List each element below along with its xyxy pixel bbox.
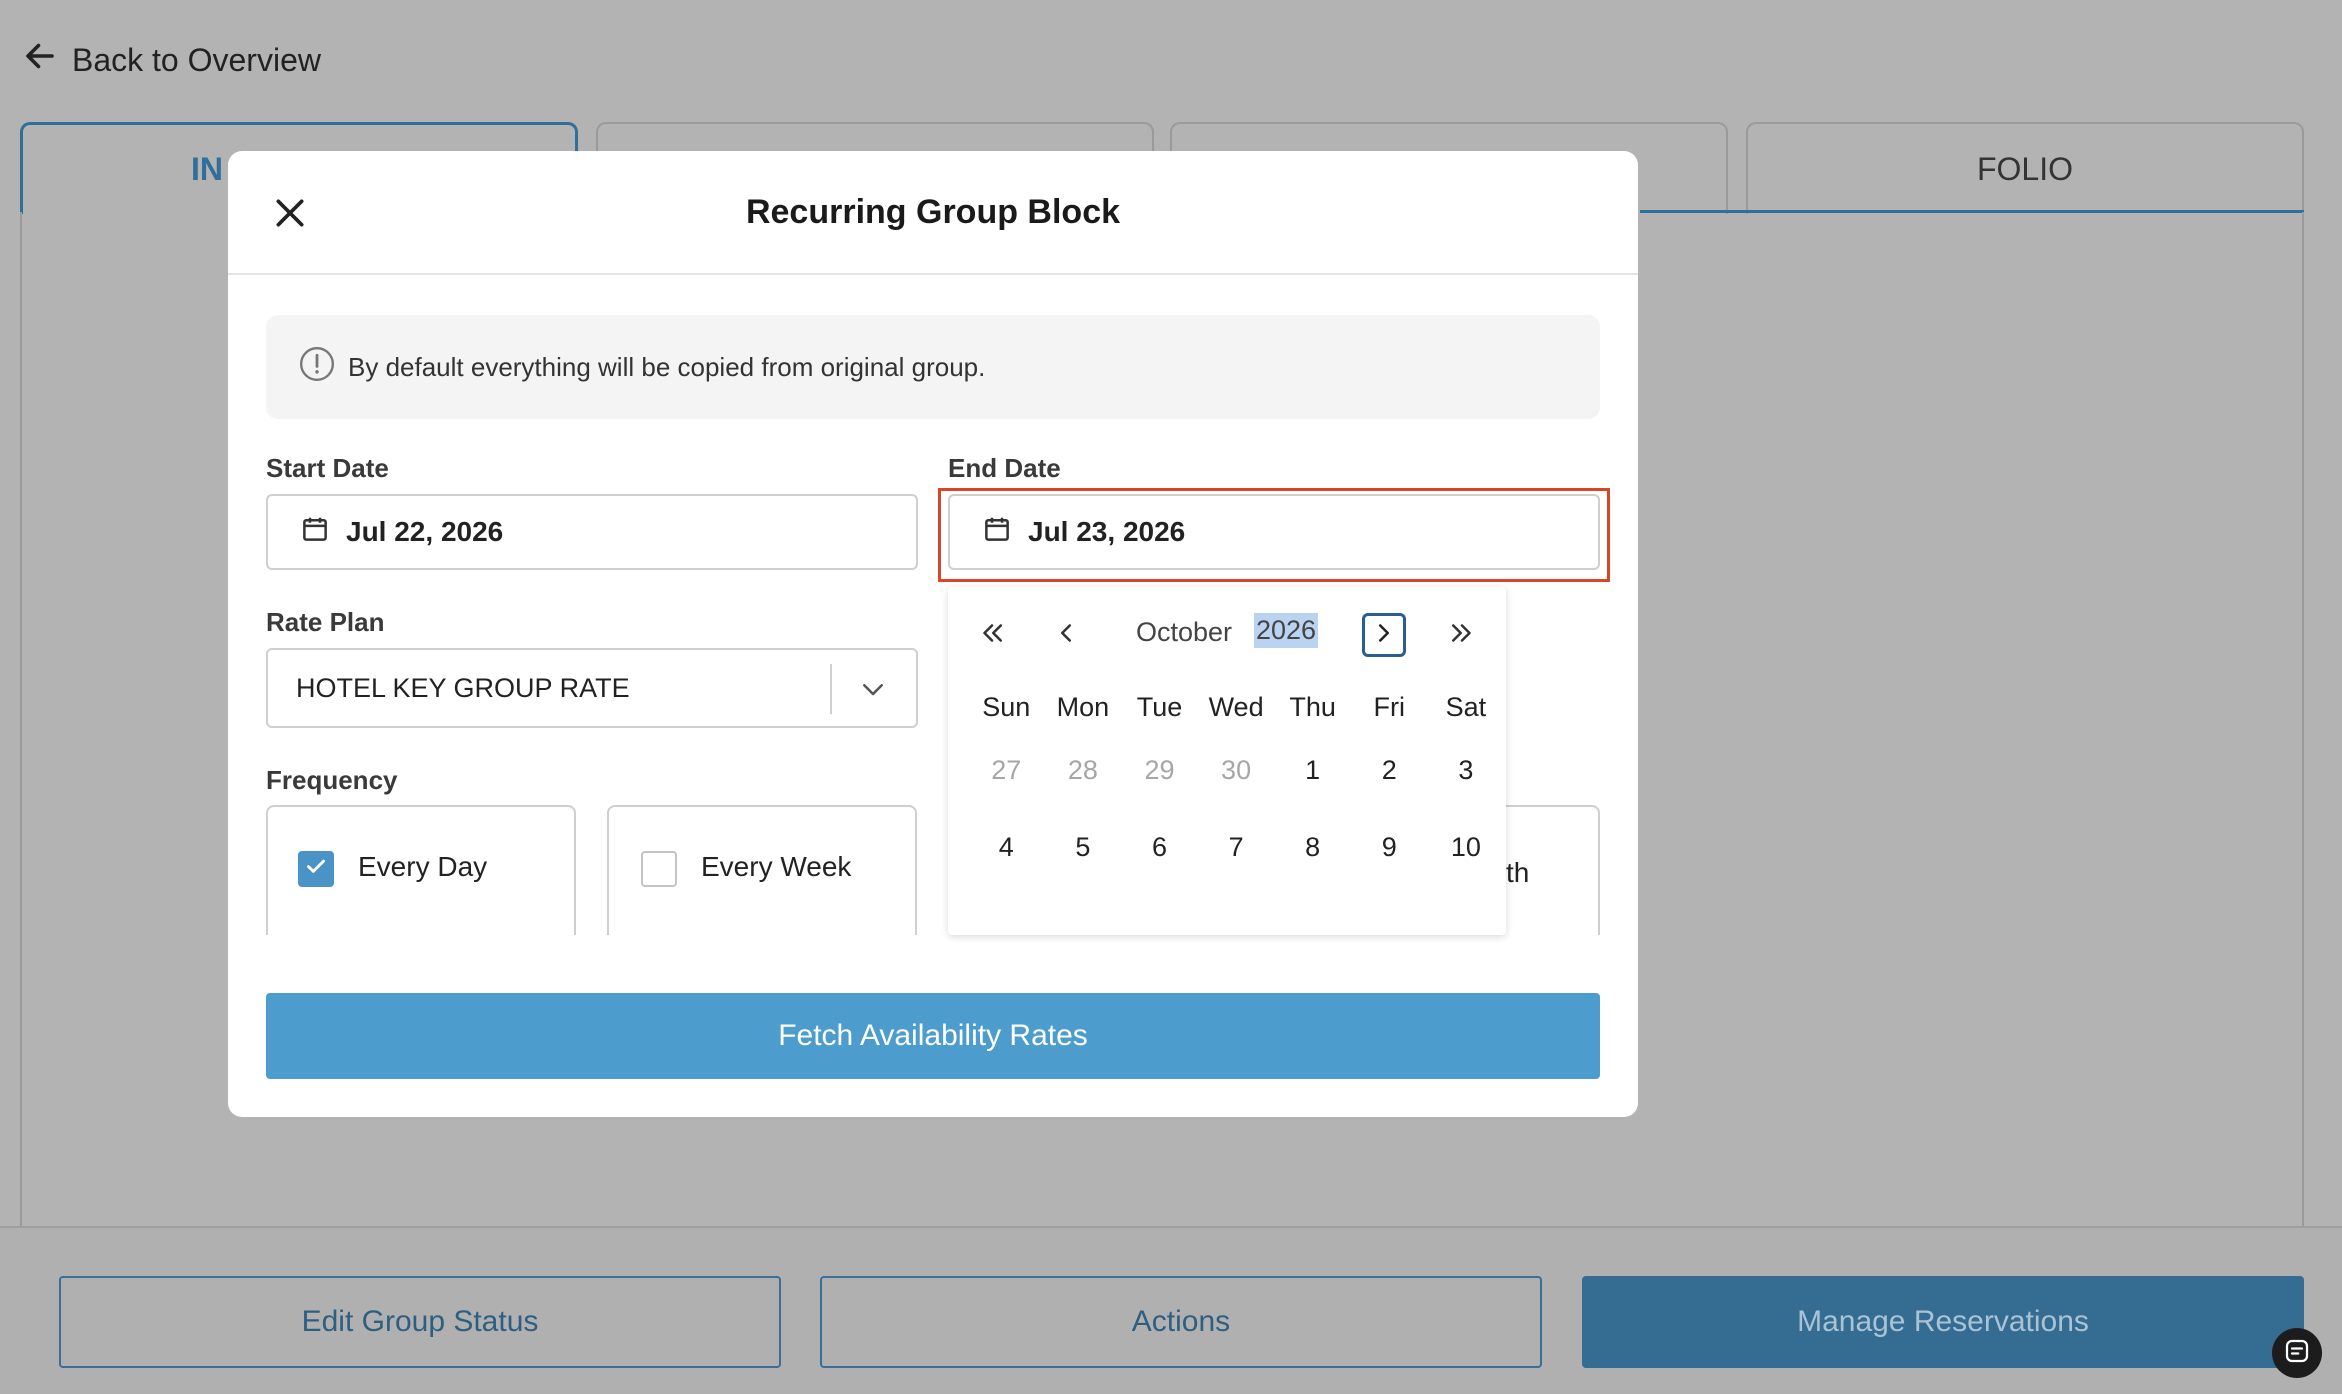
start-date-value: Jul 22, 2026 xyxy=(346,516,504,547)
info-banner: By default everything will be copied fro… xyxy=(266,315,1600,419)
dialog-title: Recurring Group Block xyxy=(745,192,1121,231)
date-picker-popup: October 2026 Sun Mon Tue Wed Thu Fri Sat xyxy=(948,587,1506,935)
footer-bar: Edit Group Status Actions Manage Reserva… xyxy=(0,1226,2342,1394)
calendar-day[interactable]: 7 xyxy=(1198,832,1275,863)
manage-reservations-button[interactable]: Manage Reservations xyxy=(1582,1276,2304,1368)
dialog-header: Recurring Group Block xyxy=(228,151,1638,275)
close-icon xyxy=(270,199,310,237)
calendar-day[interactable]: 8 xyxy=(1274,832,1351,863)
every-day-checkbox[interactable] xyxy=(298,851,334,887)
calendar-day[interactable]: 3 xyxy=(1428,755,1505,786)
arrow-left-icon xyxy=(22,38,58,82)
calendar-day[interactable]: 5 xyxy=(1045,832,1122,863)
chat-fab-button[interactable] xyxy=(2272,1328,2322,1378)
every-week-label: Every Week xyxy=(701,851,852,882)
back-to-overview-label: Back to Overview xyxy=(72,41,321,78)
rate-plan-select[interactable]: HOTEL KEY GROUP RATE xyxy=(266,648,918,728)
recurring-group-block-dialog: Recurring Group Block By default everyth… xyxy=(228,151,1638,1117)
close-button[interactable] xyxy=(270,193,310,233)
calendar-week-row: 27 28 29 30 1 2 3 xyxy=(948,732,1506,809)
info-icon xyxy=(298,345,336,390)
calendar-day[interactable]: 27 xyxy=(968,755,1045,786)
select-separator xyxy=(830,664,832,714)
weekday-thu: Thu xyxy=(1289,691,1336,722)
chat-icon xyxy=(2282,1336,2312,1371)
every-day-label: Every Day xyxy=(358,851,488,882)
prev-month-button[interactable] xyxy=(1044,613,1088,657)
next-month-button[interactable] xyxy=(1362,613,1406,657)
calendar-grid: Sun Mon Tue Wed Thu Fri Sat 27 28 29 30 … xyxy=(948,682,1506,886)
chevron-left-icon xyxy=(1051,618,1081,653)
next-year-button[interactable] xyxy=(1440,613,1484,657)
end-date-input[interactable]: Jul 23, 2026 xyxy=(948,494,1600,570)
weekday-header-row: Sun Mon Tue Wed Thu Fri Sat xyxy=(948,682,1506,732)
start-date-label: Start Date xyxy=(266,453,389,483)
start-date-input[interactable]: Jul 22, 2026 xyxy=(266,494,918,570)
frequency-every-day[interactable]: Every Day xyxy=(266,805,576,935)
info-text: By default everything will be copied fro… xyxy=(348,351,986,382)
back-to-overview-link[interactable]: Back to Overview xyxy=(22,38,321,82)
tab-folio[interactable]: FOLIO xyxy=(1746,122,2304,214)
end-date-label: End Date xyxy=(948,453,1061,483)
weekday-wed: Wed xyxy=(1208,691,1264,722)
end-date-value: Jul 23, 2026 xyxy=(1028,516,1186,547)
weekday-fri: Fri xyxy=(1373,691,1405,722)
calendar-year[interactable]: 2026 xyxy=(1254,613,1319,648)
every-week-checkbox[interactable] xyxy=(641,851,677,887)
chevron-right-icon xyxy=(1369,618,1399,653)
frequency-label: Frequency xyxy=(266,765,398,795)
calendar-day[interactable]: 1 xyxy=(1274,755,1351,786)
frequency-every-week[interactable]: Every Week xyxy=(607,805,917,935)
fetch-availability-rates-button[interactable]: Fetch Availability Rates xyxy=(266,993,1600,1079)
calendar-day[interactable]: 30 xyxy=(1198,755,1275,786)
weekday-sun: Sun xyxy=(982,691,1031,722)
calendar-day[interactable]: 28 xyxy=(1045,755,1122,786)
calendar-day[interactable]: 29 xyxy=(1121,755,1198,786)
double-chevron-left-icon xyxy=(977,618,1007,653)
calendar-day[interactable]: 10 xyxy=(1428,832,1505,863)
calendar-month[interactable]: October xyxy=(1136,617,1232,648)
double-chevron-right-icon xyxy=(1447,618,1477,653)
actions-button[interactable]: Actions xyxy=(820,1276,1542,1368)
checkmark-icon xyxy=(303,853,329,886)
calendar-day[interactable]: 9 xyxy=(1351,832,1428,863)
every-month-label-partial: th xyxy=(1506,857,1530,888)
calendar-day[interactable]: 4 xyxy=(968,832,1045,863)
prev-year-button[interactable] xyxy=(970,613,1014,657)
rate-plan-value: HOTEL KEY GROUP RATE xyxy=(296,672,630,703)
weekday-tue: Tue xyxy=(1136,691,1183,722)
calendar-icon xyxy=(982,514,1012,551)
weekday-mon: Mon xyxy=(1056,691,1110,722)
rate-plan-label: Rate Plan xyxy=(266,607,385,637)
weekday-sat: Sat xyxy=(1445,691,1487,722)
frequency-every-month[interactable]: th xyxy=(1506,805,1600,935)
calendar-day[interactable]: 6 xyxy=(1121,832,1198,863)
calendar-day[interactable]: 2 xyxy=(1351,755,1428,786)
calendar-icon xyxy=(300,514,330,551)
chevron-down-icon[interactable] xyxy=(858,674,888,704)
calendar-week-row: 4 5 6 7 8 9 10 xyxy=(948,809,1506,886)
edit-group-status-button[interactable]: Edit Group Status xyxy=(59,1276,781,1368)
